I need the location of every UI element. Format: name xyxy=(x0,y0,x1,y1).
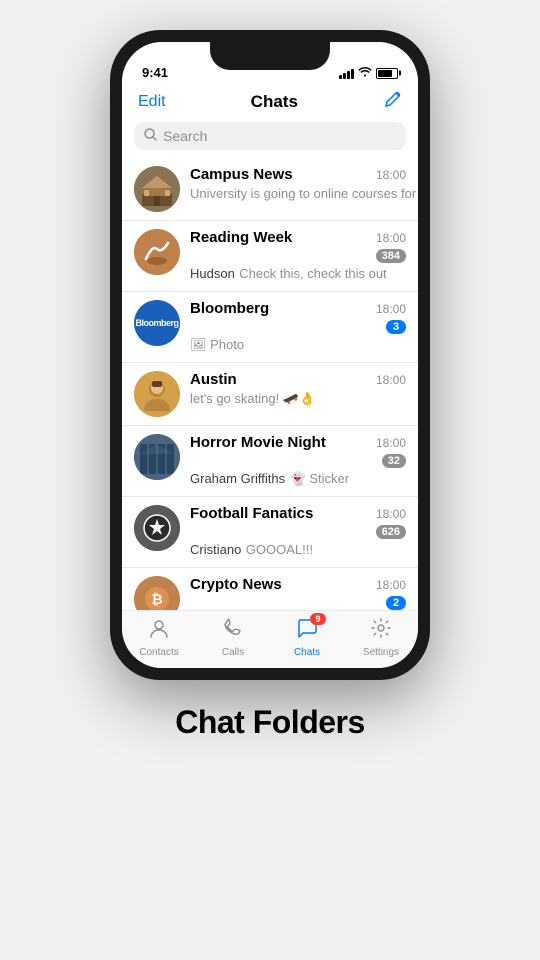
chat-time: 18:00 xyxy=(376,373,406,387)
search-placeholder: Search xyxy=(163,128,207,144)
list-item[interactable]: Football Fanatics 18:00 626 Cristiano GO… xyxy=(122,497,418,568)
chat-time: 18:00 xyxy=(376,436,406,450)
chat-sender: Cristiano xyxy=(190,542,241,557)
chat-content: Football Fanatics 18:00 626 Cristiano GO… xyxy=(190,505,406,559)
tab-calls-label: Calls xyxy=(222,647,244,658)
status-icons xyxy=(339,66,398,80)
tab-chats[interactable]: 9 Chats xyxy=(270,617,344,658)
chat-name: Football Fanatics xyxy=(190,505,313,522)
chat-message: let's go skating! 🛹👌 xyxy=(190,391,315,406)
avatar xyxy=(134,371,180,417)
status-time: 9:41 xyxy=(142,65,168,80)
calls-icon xyxy=(222,617,244,645)
chat-name: Crypto News xyxy=(190,576,282,593)
chat-message: GOOOAL!!! xyxy=(246,542,313,557)
settings-icon xyxy=(370,617,392,645)
svg-text:₿: ₿ xyxy=(151,591,162,607)
chat-meta: 18:00 384 xyxy=(372,231,406,263)
phone-shell: 9:41 xyxy=(110,30,430,680)
chat-content: Reading Week 18:00 384 Hudson Check this… xyxy=(190,229,406,283)
list-item[interactable]: Horror Movie Night 18:00 32 Graham Griff… xyxy=(122,426,418,497)
avatar xyxy=(134,434,180,480)
badge: 626 xyxy=(376,525,406,539)
chat-time: 18:00 xyxy=(376,302,406,316)
signal-bars-icon xyxy=(339,68,354,79)
tab-calls[interactable]: Calls xyxy=(196,617,270,658)
badge: 2 xyxy=(386,596,406,610)
search-bar[interactable]: Search xyxy=(134,122,406,150)
list-item[interactable]: Reading Week 18:00 384 Hudson Check this… xyxy=(122,221,418,292)
chat-time: 18:00 xyxy=(376,507,406,521)
page-title: Chats xyxy=(251,92,298,112)
avatar xyxy=(134,505,180,551)
badge: 384 xyxy=(376,249,406,263)
chat-message: 👻 Sticker xyxy=(290,471,350,486)
chat-sender: Graham Griffiths xyxy=(190,471,285,486)
chat-sender: Hudson xyxy=(190,266,235,281)
chat-message: 🖼 Photo xyxy=(190,337,244,352)
nav-header: Edit Chats xyxy=(122,86,418,122)
avatar xyxy=(134,166,180,212)
badge: 32 xyxy=(382,454,406,468)
chat-list: Campus News 18:00 University is going to… xyxy=(122,158,418,610)
badge: 3 xyxy=(386,320,406,334)
avatar: Bloomberg xyxy=(134,300,180,346)
list-item[interactable]: Bloomberg Bloomberg 18:00 3 🖼 Photo xyxy=(122,292,418,363)
tab-contacts-label: Contacts xyxy=(139,647,178,658)
list-item[interactable]: ₿ Crypto News 18:00 2 Boss What a few we… xyxy=(122,568,418,610)
chat-name: Horror Movie Night xyxy=(190,434,326,451)
tab-chats-label: Chats xyxy=(294,647,320,658)
chat-meta: 18:00 2 xyxy=(372,578,406,610)
chats-icon: 9 xyxy=(296,617,318,645)
edit-button[interactable]: Edit xyxy=(138,93,166,111)
chat-message: Check this, check this out xyxy=(239,266,386,281)
chat-content: Crypto News 18:00 2 Boss What a few week… xyxy=(190,576,406,610)
chat-meta: 18:00 32 xyxy=(372,436,406,468)
chats-badge: 9 xyxy=(310,613,326,625)
chat-content: Horror Movie Night 18:00 32 Graham Griff… xyxy=(190,434,406,488)
chat-time: 18:00 xyxy=(376,168,406,182)
phone-screen: 9:41 xyxy=(122,42,418,668)
tab-contacts[interactable]: Contacts xyxy=(122,617,196,658)
chat-time: 18:00 xyxy=(376,231,406,245)
chat-name: Bloomberg xyxy=(190,300,269,317)
battery-icon xyxy=(376,68,398,79)
avatar: ₿ xyxy=(134,576,180,610)
chat-name: Austin xyxy=(190,371,237,388)
chat-content: Bloomberg 18:00 3 🖼 Photo xyxy=(190,300,406,354)
chat-content: Campus News 18:00 University is going to… xyxy=(190,166,406,203)
chat-content: Austin 18:00 let's go skating! 🛹👌 xyxy=(190,371,406,408)
chat-meta: 18:00 626 xyxy=(372,507,406,539)
notch xyxy=(210,42,330,70)
chat-name: Reading Week xyxy=(190,229,292,246)
tab-settings[interactable]: Settings xyxy=(344,617,418,658)
avatar xyxy=(134,229,180,275)
list-item[interactable]: Austin 18:00 let's go skating! 🛹👌 xyxy=(122,363,418,426)
tab-bar: Contacts Calls 9 Chats xyxy=(122,610,418,668)
page-heading: Chat Folders xyxy=(175,704,365,741)
chat-meta: 18:00 3 xyxy=(372,302,406,334)
tab-settings-label: Settings xyxy=(363,647,399,658)
chat-name: Campus News xyxy=(190,166,293,183)
list-item[interactable]: Campus News 18:00 University is going to… xyxy=(122,158,418,221)
wifi-icon xyxy=(358,66,372,80)
compose-button[interactable] xyxy=(383,90,402,114)
contacts-icon xyxy=(148,617,170,645)
chat-message: University is going to online courses fo… xyxy=(190,186,418,201)
chat-time: 18:00 xyxy=(376,578,406,592)
search-icon xyxy=(144,128,157,144)
